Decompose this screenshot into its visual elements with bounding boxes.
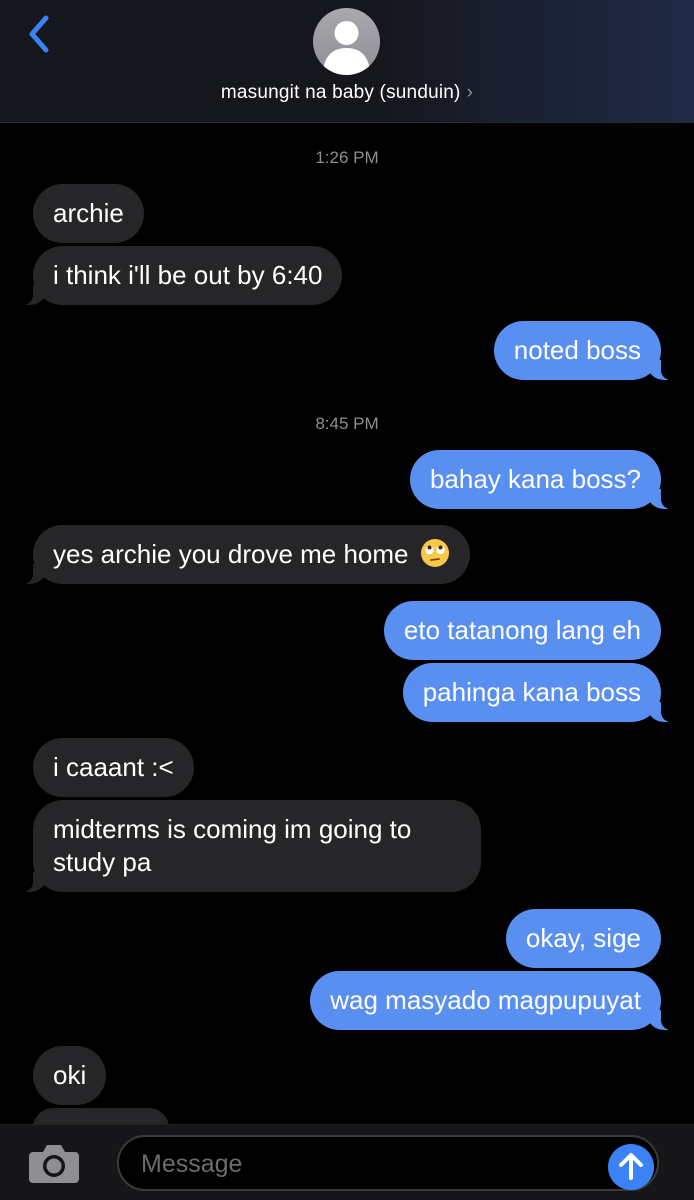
message-bubble-incoming[interactable]: i think i'll be out by 6:40 — [22, 246, 343, 305]
message-text: i caaant :< — [53, 752, 174, 782]
message-text: noted boss — [513, 335, 641, 365]
message-text: pahinga kana boss — [422, 677, 641, 707]
message-field[interactable] — [117, 1135, 659, 1191]
chevron-left-icon — [29, 15, 49, 53]
message-text: wag masyado magpupuyat — [330, 985, 641, 1015]
message-text: okay, sige — [525, 923, 641, 953]
message-input[interactable] — [139, 1145, 583, 1183]
message-text: archie — [53, 198, 124, 228]
message-text: bahay kana boss? — [429, 464, 641, 494]
message-bubble-outgoing[interactable]: bahay kana boss? — [409, 450, 672, 509]
face-with-rolling-eyes-icon — [420, 539, 449, 567]
camera-button[interactable] — [27, 1142, 81, 1184]
send-arrow-icon — [619, 1153, 643, 1180]
message-text: oki — [53, 1060, 87, 1090]
contact-avatar[interactable] — [313, 8, 380, 75]
message-bubble-outgoing[interactable]: wag masyado magpupuyat — [310, 971, 671, 1030]
message-bubble-incoming[interactable]: oki — [33, 1046, 107, 1105]
messages-screen: masungit na baby (sunduin) › 1:26 PM 8:45… — [0, 0, 694, 1200]
message-text: yes archie you drove me home — [53, 539, 409, 569]
message-bubble-incoming[interactable]: midterms is coming im going to study pa — [23, 800, 481, 892]
back-button[interactable] — [22, 12, 62, 56]
message-bubble-incoming[interactable]: archie — [33, 184, 144, 243]
compose-bar — [0, 1124, 694, 1200]
avatar-person-icon — [323, 21, 370, 75]
chevron-right-icon: › — [466, 82, 474, 103]
message-bubble-outgoing[interactable]: okay, sige — [505, 909, 661, 968]
message-text: eto tatanong lang eh — [403, 615, 641, 645]
send-button[interactable] — [608, 1144, 654, 1190]
timestamp: 1:26 PM — [315, 148, 379, 167]
contact-name: masungit na baby (sunduin) — [220, 82, 461, 103]
message-text: i think i'll be out by 6:40 — [53, 260, 323, 290]
camera-icon — [29, 1145, 79, 1183]
message-bubble-outgoing[interactable]: noted boss — [493, 321, 672, 380]
message-bubble-incoming[interactable]: yes archie you drove me home — [23, 525, 470, 584]
conversation-header: masungit na baby (sunduin) › — [0, 0, 694, 123]
timestamp: 8:45 PM — [315, 414, 379, 433]
message-text: midterms is coming im going to study pa — [53, 814, 412, 877]
message-bubble-incoming[interactable]: i caaant :< — [33, 738, 194, 797]
message-bubble-outgoing[interactable]: eto tatanong lang eh — [383, 601, 661, 660]
message-bubble-outgoing[interactable]: pahinga kana boss — [402, 663, 672, 722]
contact-name-button[interactable]: masungit na baby (sunduin) › — [0, 82, 694, 104]
